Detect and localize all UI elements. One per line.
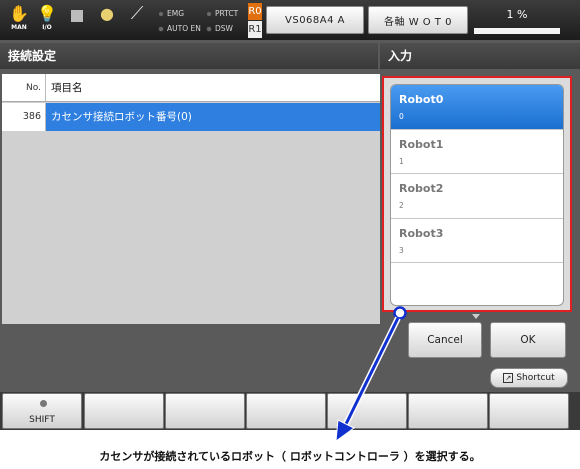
speed-value: 1 % (506, 8, 528, 21)
option-value: 2 (399, 201, 404, 210)
option-robot2[interactable]: Robot2 2 (391, 174, 563, 219)
option-robot1[interactable]: Robot1 1 (391, 130, 563, 174)
dsw-label: DSW (215, 24, 233, 33)
caption-text: カセンサが接続されているロボット（ ロボットコントローラ ）を選択する。 (99, 450, 481, 463)
shortcut-icon: ↗ (503, 373, 514, 383)
option-robot3[interactable]: Robot3 3 (391, 219, 563, 263)
option-title: Robot3 (399, 226, 444, 240)
dsw-led-icon (206, 25, 212, 32)
header-no: No. (2, 74, 46, 101)
speed-bar (474, 28, 560, 34)
table-row[interactable]: 386 カセンサ接続ロボット番号(0) (2, 103, 380, 131)
emg-led-icon (158, 10, 164, 17)
shift-led-icon (40, 400, 47, 407)
robot-r1-badge[interactable]: R1 (248, 21, 262, 38)
controller-button[interactable]: VS068A4 A (266, 6, 364, 34)
input-options-panel: Robot0 0 Robot1 1 Robot2 2 Robot3 3 (382, 76, 572, 312)
stop-square-icon (64, 4, 90, 36)
shift-key[interactable]: SHIFT (2, 393, 82, 429)
table-header: No. 項目名 (2, 74, 380, 102)
speed-indicator[interactable]: 1 % (474, 8, 560, 36)
option-title: Robot0 (399, 93, 444, 106)
row-name: カセンサ接続ロボット番号(0) (46, 103, 380, 131)
emg-indicator: EMG (158, 9, 184, 18)
cancel-button[interactable]: Cancel (408, 322, 482, 358)
dsw-indicator: DSW (206, 24, 233, 33)
right-panel-title: 入力 (380, 43, 580, 69)
status-bar: ✋ MAN 💡 I/O ● ⟋ EMG PRTCT AUTO EN DSW R0 R… (0, 0, 580, 40)
auto-en-led-icon (158, 25, 164, 32)
light-bulb-icon[interactable]: ● (94, 4, 120, 36)
option-value: 1 (399, 156, 404, 166)
shift-label: SHIFT (29, 415, 55, 425)
ok-button[interactable]: OK (490, 322, 566, 358)
prtct-indicator: PRTCT (206, 9, 238, 18)
option-robot0[interactable]: Robot0 0 (391, 85, 563, 130)
function-key-7[interactable] (489, 393, 569, 429)
function-key-6[interactable] (408, 393, 488, 429)
auto-en-label: AUTO EN (167, 24, 201, 33)
shortcut-label: Shortcut (516, 373, 555, 383)
teach-pendant-screen: ✋ MAN 💡 I/O ● ⟋ EMG PRTCT AUTO EN DSW R0 R… (0, 0, 580, 430)
emg-label: EMG (167, 9, 185, 18)
prtct-label: PRTCT (215, 9, 239, 18)
function-key-3[interactable] (165, 393, 245, 429)
settings-table: No. 項目名 386 カセンサ接続ロボット番号(0) (2, 74, 380, 324)
function-key-5[interactable] (327, 393, 407, 429)
shortcut-button[interactable]: ↗ Shortcut (490, 368, 568, 388)
header-name: 項目名 (51, 82, 83, 94)
option-title: Robot1 (399, 137, 444, 151)
option-value: 3 (399, 245, 404, 255)
left-panel-title: 接続設定 (0, 43, 378, 69)
function-key-4[interactable] (246, 393, 326, 429)
option-value: 0 (399, 112, 404, 121)
io-bulb-icon[interactable]: 💡 I/O (34, 4, 60, 36)
function-key-2[interactable] (84, 393, 164, 429)
robot-r0-badge[interactable]: R0 (248, 3, 262, 20)
auto-en-indicator: AUTO EN (158, 24, 201, 33)
wrench-icon[interactable]: ⟋ (124, 4, 150, 36)
prtct-led-icon (206, 10, 212, 17)
option-title: Robot2 (399, 182, 444, 195)
robot-option-list: Robot0 0 Robot1 1 Robot2 2 Robot3 3 (390, 84, 564, 306)
function-key-bar: SHIFT (0, 392, 580, 430)
manual-mode-hand-icon[interactable]: ✋ MAN (6, 4, 32, 36)
row-no: 386 (2, 103, 46, 131)
axis-mode-button[interactable]: 各軸 W O T 0 (368, 6, 468, 34)
scroll-down-triangle-icon (472, 314, 480, 319)
